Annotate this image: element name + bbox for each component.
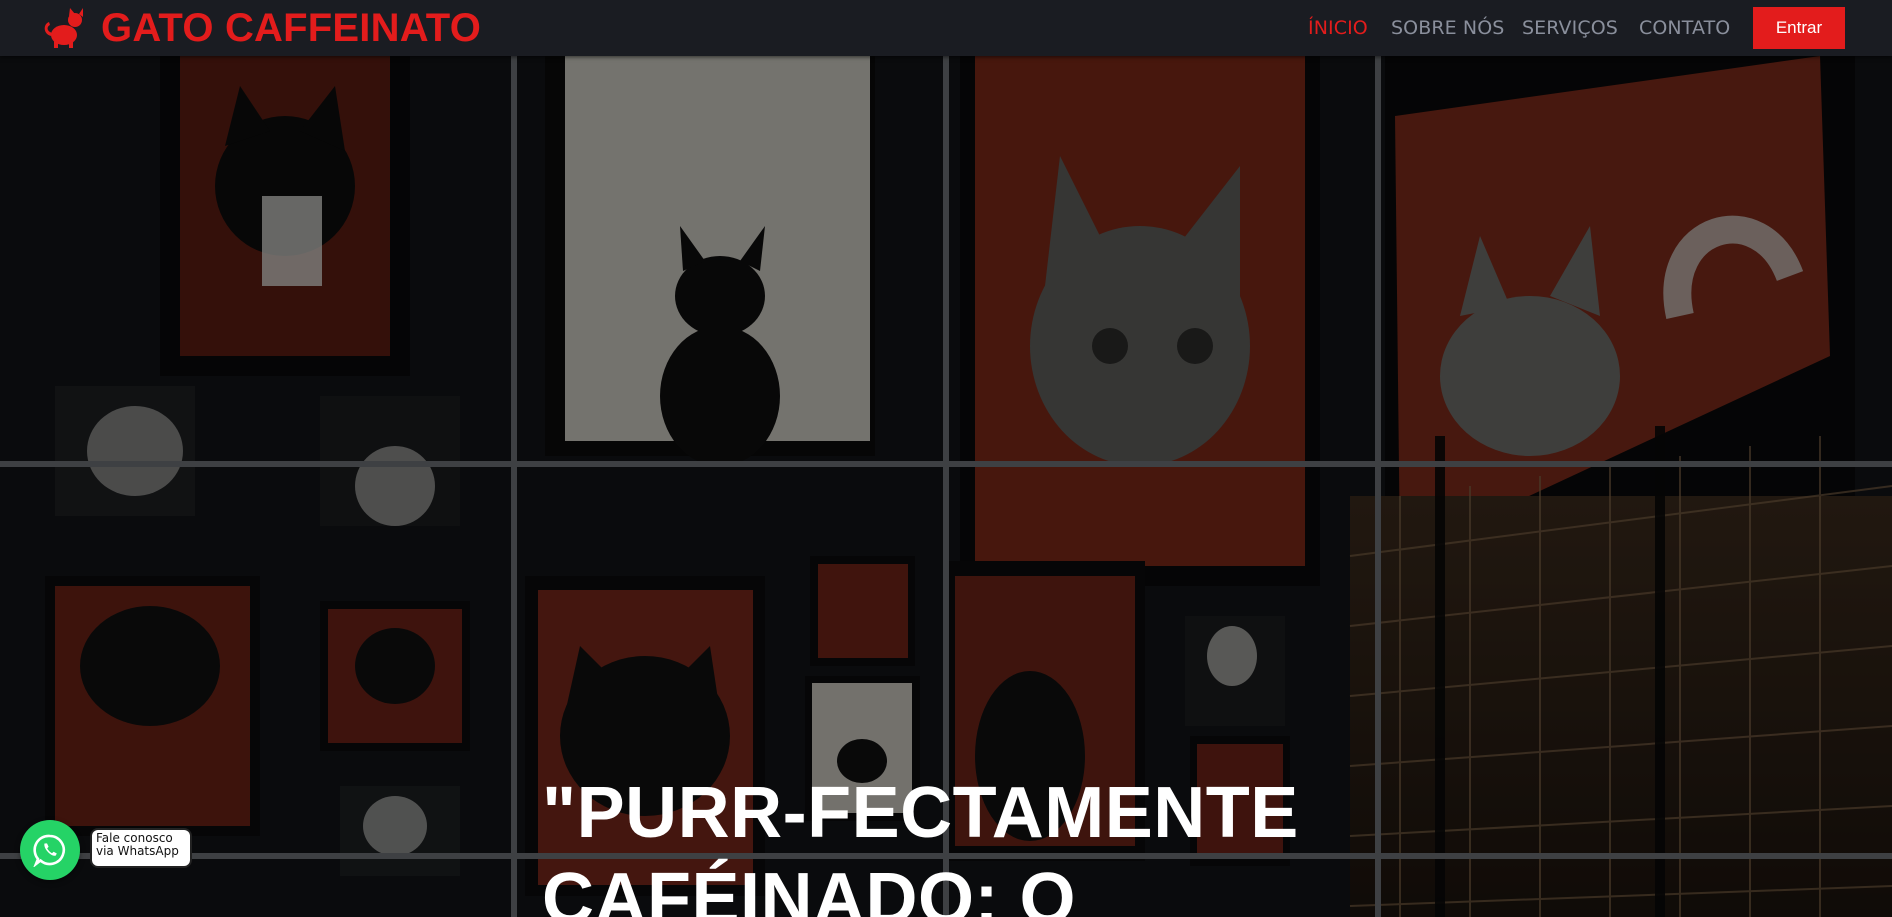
hero-title: "PURR-FECTAMENTE CAFÉINADO: O	[542, 773, 1299, 917]
brand-name: GATO CAFFEINATO	[101, 6, 482, 50]
navbar: GATO CAFFEINATO ÍNICIO SOBRE NÓS SERVIÇO…	[0, 0, 1892, 56]
login-button[interactable]: Entrar	[1753, 7, 1845, 49]
nav-link-contato[interactable]: CONTATO	[1639, 16, 1730, 40]
whatsapp-icon	[33, 834, 66, 867]
hero-section: "PURR-FECTAMENTE CAFÉINADO: O	[0, 56, 1892, 917]
cat-icon	[44, 8, 83, 48]
whatsapp-tooltip: Fale conosco via WhatsApp	[92, 830, 190, 866]
nav-link-inicio[interactable]: ÍNICIO	[1308, 16, 1368, 40]
brand-logo-link[interactable]: GATO CAFFEINATO	[43, 8, 481, 48]
nav-link-servicos[interactable]: SERVIÇOS	[1522, 16, 1618, 40]
nav-link-sobre-nos[interactable]: SOBRE NÓS	[1391, 16, 1504, 40]
whatsapp-button[interactable]	[20, 820, 80, 880]
